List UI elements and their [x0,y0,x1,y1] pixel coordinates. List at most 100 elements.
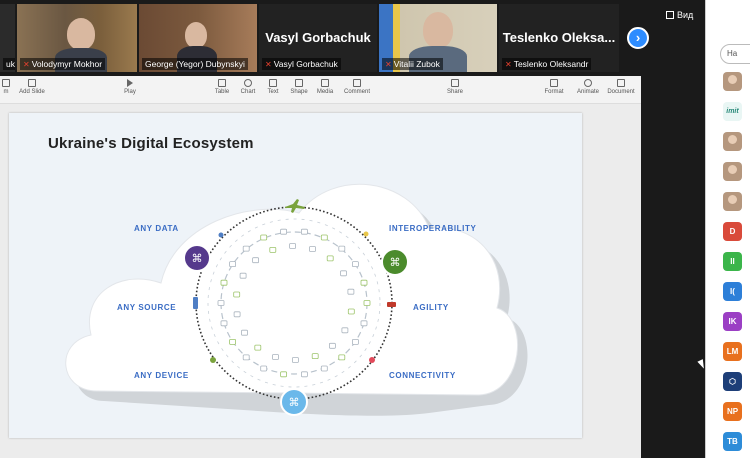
ring-glyph-icon [229,338,237,345]
ring-glyph-icon [220,279,228,286]
toolbar-table-button[interactable]: Table [212,79,232,95]
label-any-device: ANY DEVICE [134,371,189,380]
ring-glyph-icon [338,245,346,252]
participant-name-large: Teslenko Oleksa... [502,30,616,45]
participant-name: ✕ Teslenko Oleksandr [502,58,592,70]
label-agility: AGILITY [413,303,449,312]
ring-glyph-icon [340,270,347,277]
device-marker-icon [210,357,216,363]
toolbar-format-button[interactable]: Format [542,79,566,95]
ring-glyph-icon [320,234,328,241]
participant-avatar[interactable]: D [723,222,742,241]
label-connectivity: CONNECTIVITY [389,371,456,380]
media-icon [321,79,329,87]
ring-glyph-icon [351,338,359,345]
video-strip: uk ✕ Volodymyr Mokhor George (Yegor) Duby… [0,0,705,74]
toolbar-media-button[interactable]: Media [314,79,336,95]
view-button[interactable]: Вид [666,10,693,20]
animate-icon [584,79,592,87]
ring-glyph-icon [217,300,225,306]
ring-glyph-icon [300,228,308,235]
participant-avatar[interactable] [723,132,742,151]
video-tile-gorbachuk[interactable]: Vasyl Gorbachuk ✕ Vasyl Gorbachuk [259,4,377,72]
ring-glyph-icon [326,255,334,262]
participant-avatar[interactable]: NP [723,402,742,421]
participant-avatar[interactable] [723,192,742,211]
participant-avatar[interactable]: II [723,252,742,271]
toolbar-text-button[interactable]: Text [264,79,282,95]
label-any-source: ANY SOURCE [117,303,177,312]
format-icon [550,79,558,87]
ecosystem-diagram: ⌘ ⌘ ⌘ [65,183,528,416]
ring-glyph-icon [360,320,368,327]
data-marker-icon [218,232,224,238]
ring-glyph-icon [300,371,308,378]
participants-sidebar: На imit D II I( IK LM ⬡ NP TB [705,0,750,458]
ring-glyph-icon [320,365,328,372]
play-icon [127,79,133,87]
toolbar-shape-button[interactable]: Shape [288,79,310,95]
participant-name: uk [3,58,15,70]
toolbar-chart-button[interactable]: Chart [238,79,258,95]
participant-avatar[interactable] [723,162,742,181]
toolbar-add-slide-button[interactable]: Add Slide [16,79,48,95]
share-icon [451,79,459,87]
ring-glyph-icon [242,245,250,252]
cloud-shape [65,183,518,396]
ring-glyph-icon [242,354,250,361]
ring-glyph-icon [252,257,260,264]
participant-avatar[interactable]: IK [723,312,742,331]
chevron-right-icon[interactable]: › [627,27,649,49]
participant-face [67,18,95,50]
participant-avatar[interactable] [723,72,742,91]
video-tile-partial[interactable]: uk [0,4,15,72]
ring-glyph-icon [309,246,316,252]
ring-glyph-icon [280,228,288,235]
ring-glyph-icon [341,327,349,334]
toolbar-animate-button[interactable]: Animate [574,79,602,95]
search-input[interactable]: На [720,44,750,64]
mic-muted-icon: ✕ [23,60,30,69]
participant-name: ✕ Vasyl Gorbachuk [262,58,341,70]
video-tile-teslenko[interactable]: Teslenko Oleksa... ✕ Teslenko Oleksandr [499,4,619,72]
video-tile-zubok[interactable]: ✕ Vitalii Zubok [379,4,497,72]
participant-avatar[interactable]: TB [723,432,742,451]
video-tile-dubynskyi[interactable]: George (Yegor) Dubynskyi [139,4,257,72]
participant-avatar[interactable]: I( [723,282,742,301]
mic-muted-icon: ✕ [505,60,512,69]
participant-avatar[interactable]: LM [723,342,742,361]
participant-name: ✕ Vitalii Zubok [382,58,443,70]
ring-glyph-icon [254,344,262,351]
view-icon [2,79,10,87]
label-interoperability: INTEROPERABILITY [389,224,477,233]
video-tile-mokhor[interactable]: ✕ Volodymyr Mokhor [17,4,137,72]
mic-muted-icon: ✕ [385,60,392,69]
ring-glyph-icon [220,320,228,327]
toolbar-document-button[interactable]: Document [605,79,637,95]
slide[interactable]: Ukraine's Digital Ecosystem ⌘ ⌘ ⌘ ANY DA… [9,113,582,438]
ring-glyph-icon [289,243,297,249]
ring-glyph-icon [338,354,346,361]
ring-glyph-icon [328,342,336,349]
ring-glyph-icon [241,329,248,336]
comment-icon [353,79,361,87]
ring-glyph-icon [360,279,368,286]
ring-glyph-icon [260,365,268,372]
table-icon [218,79,226,87]
ring-glyph-icon [233,311,241,318]
ring-glyph-icon [239,272,247,279]
source-marker-icon [193,297,198,309]
toolbar-share-button[interactable]: Share [444,79,466,95]
ring-glyph-icon [229,261,237,268]
toolbar-view-button[interactable]: m [0,79,12,95]
participant-avatar[interactable]: ⬡ [723,372,742,391]
participant-face [423,12,453,48]
mic-muted-icon: ✕ [265,60,272,69]
ring-glyph-icon [269,246,277,253]
participant-avatar[interactable]: imit [723,102,742,121]
network-icon: ⌘ [289,396,300,409]
chart-icon [244,79,252,87]
ring-glyph-icon [272,354,279,360]
toolbar-comment-button[interactable]: Comment [342,79,372,95]
toolbar-play-button[interactable]: Play [118,79,142,95]
